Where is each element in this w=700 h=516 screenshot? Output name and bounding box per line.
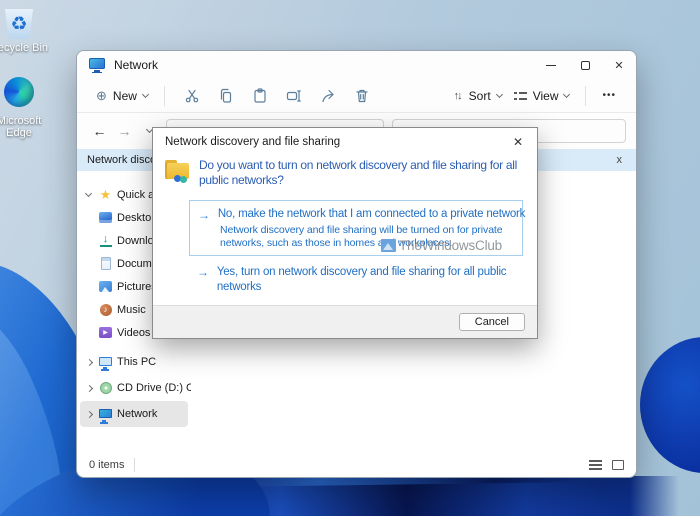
view-button[interactable]: View [508, 85, 576, 107]
close-icon: ✕ [614, 59, 624, 72]
desktop-icon-label: Recycle Bin [0, 42, 49, 54]
dialog-footer: Cancel [153, 305, 537, 339]
sort-icon: ↑↓ [453, 89, 463, 102]
rename-button[interactable] [277, 82, 311, 110]
network-window-icon [89, 57, 106, 73]
toolbar-divider [163, 85, 165, 106]
rename-icon [286, 89, 301, 102]
sidebar-item-label: Network [117, 408, 158, 420]
this-pc-icon [99, 356, 112, 369]
large-icons-view-icon[interactable] [612, 460, 624, 470]
desktop-icon-label: Microsoft Edge [0, 115, 42, 140]
watermark-text: TheWindowsClub [399, 238, 502, 253]
desktop: { "colors": { "accent": "#0b6bc2", "inst… [0, 0, 700, 516]
notification-close-button[interactable]: x [613, 154, 627, 166]
sidebar-item-label: Videos [117, 326, 151, 339]
trash-icon [356, 89, 368, 102]
dialog-question: Do you want to turn on network discovery… [199, 158, 518, 187]
back-button[interactable]: ← [87, 118, 112, 144]
copy-button[interactable] [209, 82, 243, 110]
wallpaper-dark-band [0, 476, 700, 516]
command-link-arrow-icon: → [198, 208, 210, 222]
sidebar-item-label: Music [117, 303, 146, 316]
edge-icon [4, 77, 34, 107]
minimize-icon [546, 64, 556, 66]
toolbar-divider [585, 85, 587, 106]
cut-button[interactable] [175, 82, 209, 110]
network-icon [99, 408, 112, 422]
chevron-right-icon [85, 410, 94, 418]
sidebar-item-network[interactable]: Network [80, 401, 188, 427]
plus-icon: ⊕ [96, 88, 107, 103]
close-button[interactable]: ✕ [602, 51, 636, 79]
desktop-folder-icon [99, 212, 112, 223]
paste-icon [254, 87, 266, 103]
thewindowsclub-logo-icon [381, 239, 396, 252]
title-bar[interactable]: Network ✕ [77, 51, 636, 79]
ellipsis-icon: ••• [602, 90, 616, 101]
window-title: Network [114, 58, 159, 72]
copy-icon [220, 88, 232, 103]
sidebar-item-label: This PC [117, 356, 157, 368]
view-button-label: View [532, 88, 559, 103]
forward-icon: → [117, 123, 132, 139]
sidebar-item-label: Pictures [117, 280, 157, 293]
shared-folder-icon [165, 160, 191, 183]
downloads-icon: ↓ [99, 234, 112, 247]
documents-icon [100, 257, 111, 270]
minimize-button[interactable] [534, 51, 568, 79]
share-button[interactable] [311, 82, 345, 110]
videos-icon: ▶ [99, 327, 112, 338]
forward-button[interactable]: → [112, 118, 137, 144]
details-view-icon[interactable] [589, 460, 602, 470]
desktop-icon-microsoft-edge[interactable]: Microsoft Edge [0, 77, 51, 139]
wallpaper-disc [640, 337, 700, 473]
items-count: 0 items [89, 459, 125, 471]
music-icon: ♪ [99, 303, 112, 316]
command-link-arrow-icon: → [197, 265, 209, 280]
maximize-icon [580, 60, 590, 70]
chevron-right-icon [85, 384, 94, 392]
paste-button[interactable] [243, 82, 277, 110]
share-icon [322, 89, 334, 102]
dialog-close-button[interactable]: ✕ [509, 135, 527, 149]
delete-button[interactable] [345, 82, 379, 110]
status-divider [134, 458, 136, 472]
option-yes-title: Yes, turn on network discovery and file … [216, 266, 507, 294]
new-button[interactable]: ⊕ New [90, 85, 154, 107]
sidebar-item-this-pc[interactable]: This PC [77, 349, 191, 375]
sidebar-item-cd-drive[interactable]: CD Drive (D:) CCCO [77, 375, 218, 401]
watermark: TheWindowsClub [381, 238, 502, 253]
new-button-label: New [112, 88, 137, 103]
chevron-down-icon [141, 90, 149, 98]
maximize-button[interactable] [568, 51, 602, 79]
chevron-right-icon [85, 358, 94, 366]
status-bar: 0 items [77, 453, 636, 477]
network-discovery-dialog: Network discovery and file sharing ✕ Do … [152, 127, 538, 340]
cd-drive-icon [99, 382, 112, 394]
back-icon: ← [92, 123, 107, 139]
dialog-title-bar[interactable]: Network discovery and file sharing ✕ [153, 128, 537, 152]
pictures-icon [99, 281, 112, 292]
dialog-title: Network discovery and file sharing [165, 136, 341, 148]
recycle-bin-icon: ♻ [4, 9, 34, 39]
quick-access-star-icon: ★ [99, 187, 112, 202]
option-no-title: No, make the network that I am connected… [217, 208, 526, 220]
sort-button[interactable]: ↑↓ Sort [448, 85, 508, 107]
command-bar: ⊕ New ↑↓ Sort View ••• [77, 79, 636, 113]
option-yes-public-networks[interactable]: → Yes, turn on network discovery and fil… [197, 265, 523, 295]
scissors-icon [185, 89, 199, 102]
chevron-down-icon [563, 90, 571, 98]
cancel-button[interactable]: Cancel [458, 313, 525, 332]
chevron-down-icon [495, 90, 503, 98]
view-icon [513, 90, 527, 101]
more-options-button[interactable]: ••• [596, 86, 622, 105]
chevron-down-icon [84, 189, 93, 197]
desktop-icon-recycle-bin[interactable]: ♻ Recycle Bin [0, 9, 51, 54]
sort-button-label: Sort [468, 88, 491, 103]
